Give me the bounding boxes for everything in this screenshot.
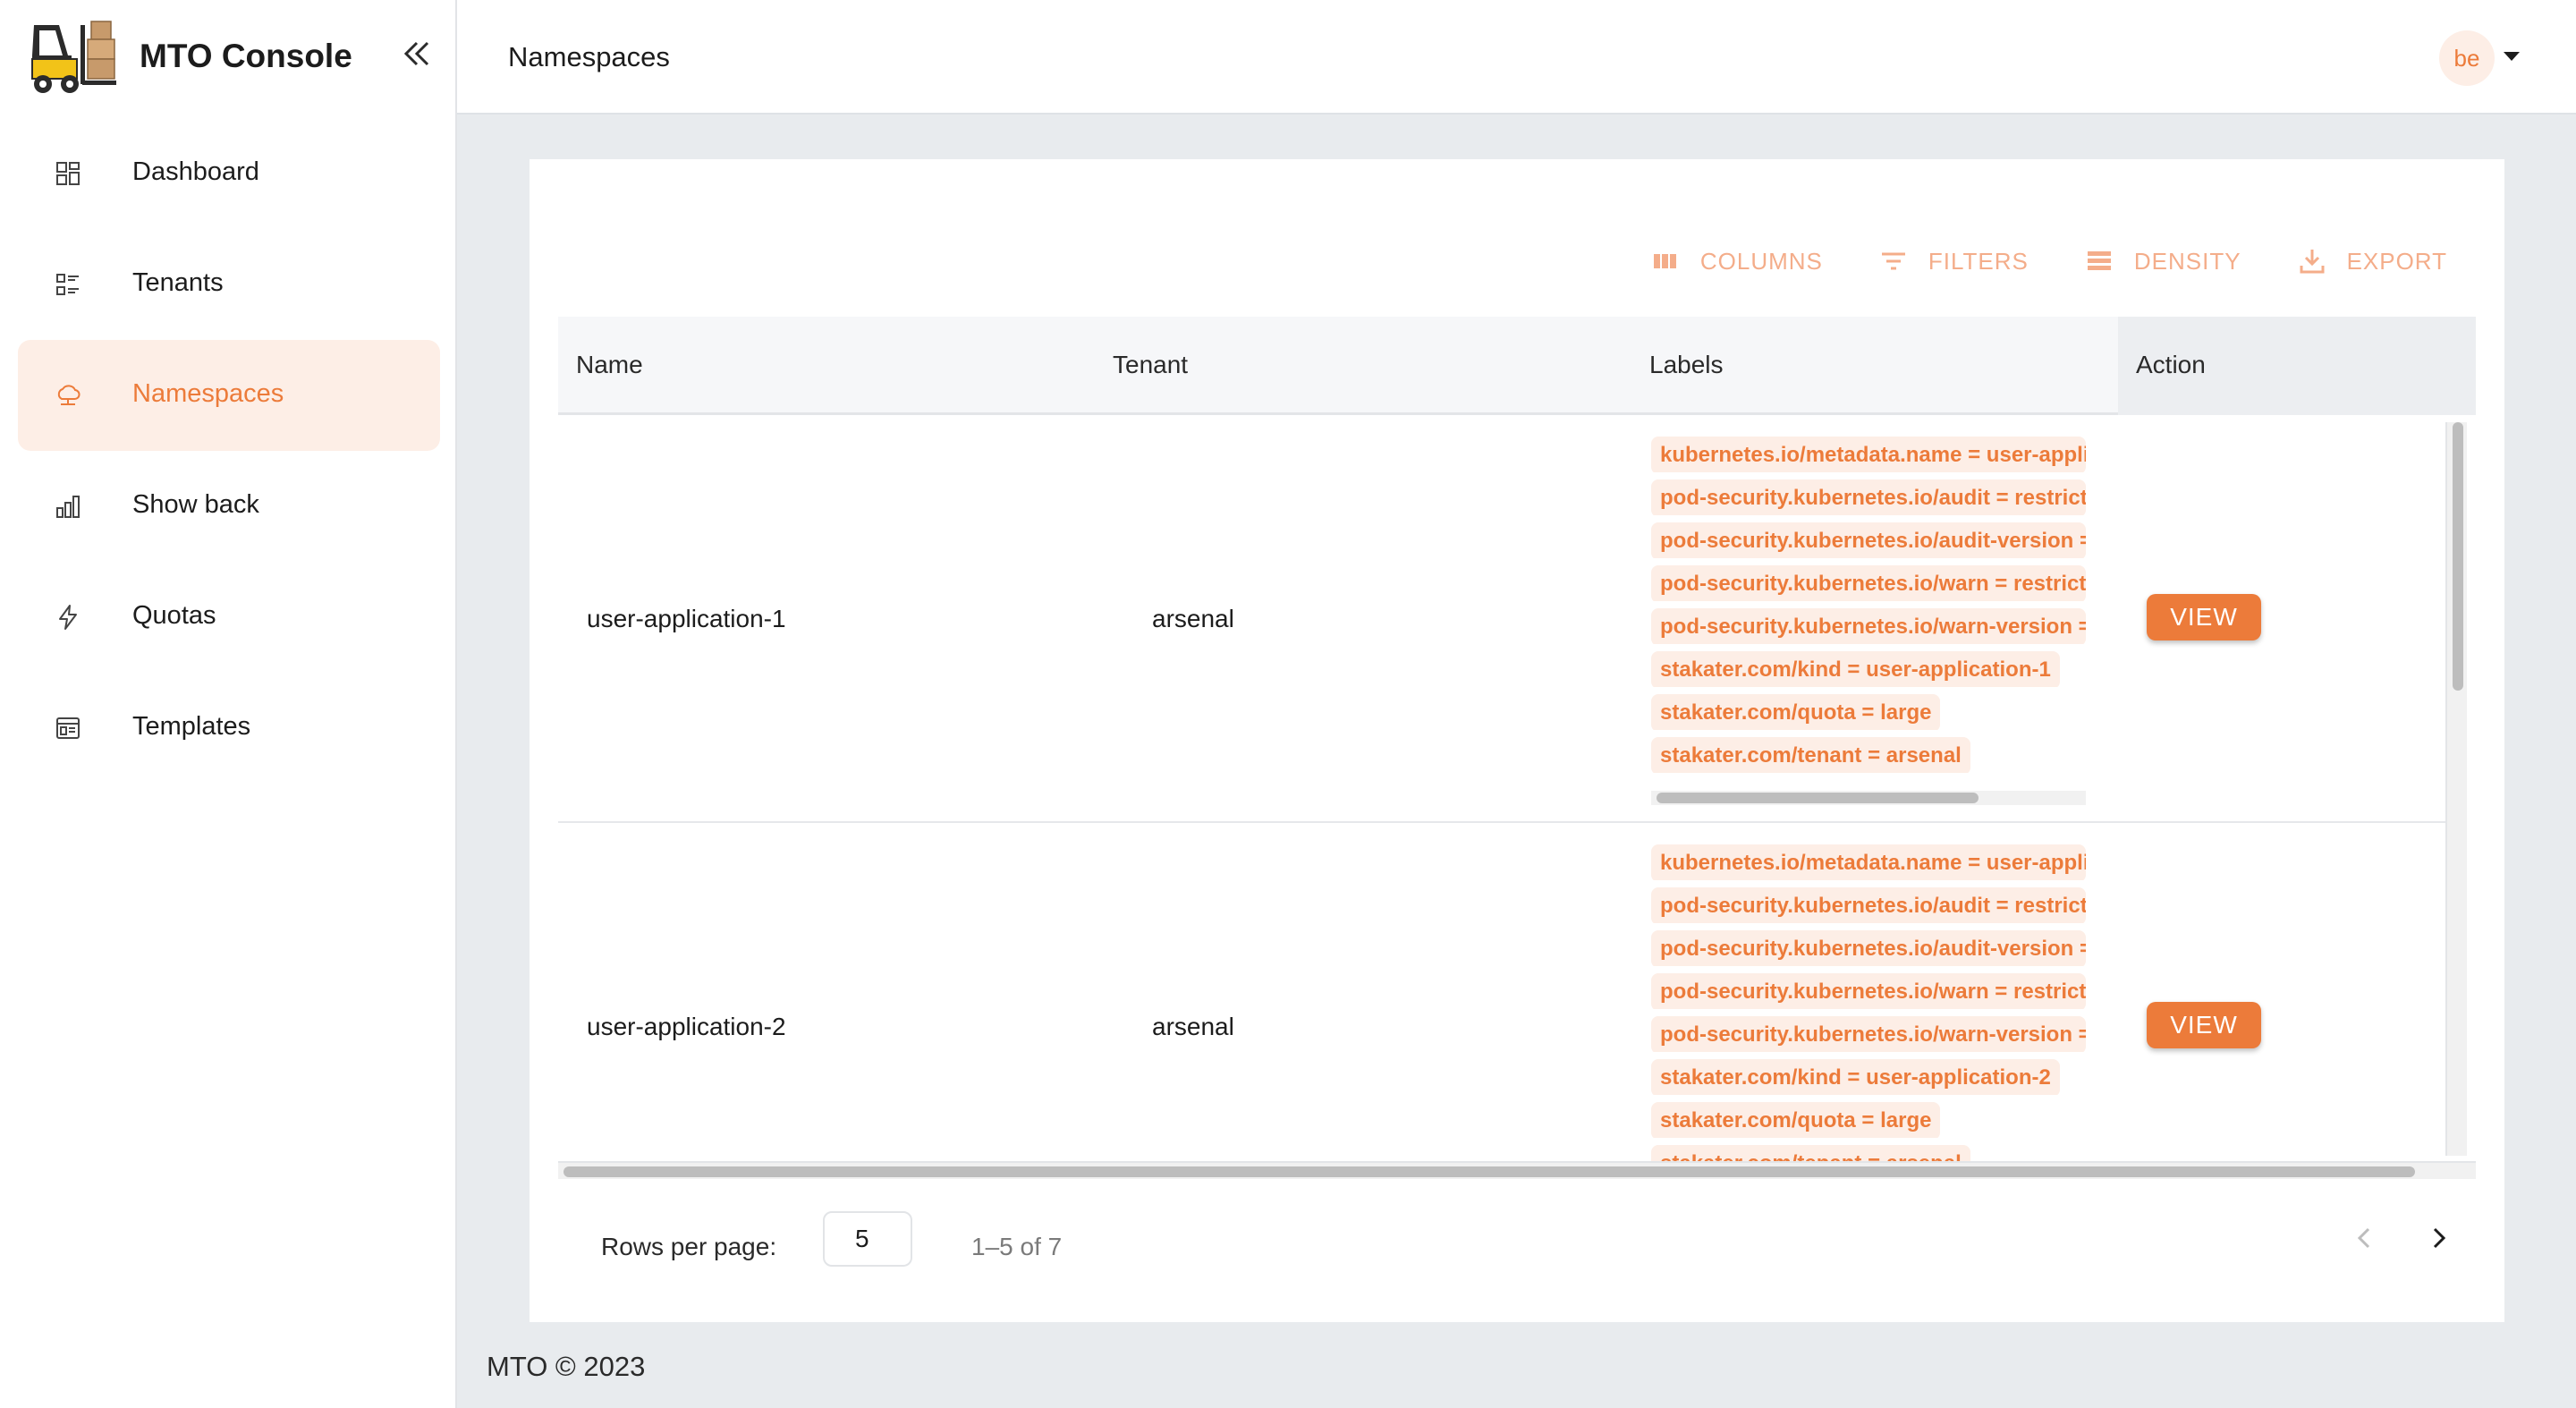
label-chip: stakater.com/quota = large	[1651, 694, 2086, 730]
next-page-icon[interactable]	[2424, 1224, 2453, 1252]
namespace-name: user-application-1	[587, 605, 786, 632]
pagination-range: 1–5 of 7	[971, 1233, 1063, 1260]
label-chip: stakater.com/tenant = arsenal	[1651, 737, 2086, 773]
brand[interactable]: MTO Console	[29, 20, 440, 97]
column-header-action[interactable]: Action	[2136, 351, 2206, 379]
tenants-icon	[56, 274, 79, 295]
labels-horizontal-scrollbar[interactable]	[1651, 791, 2086, 805]
rows-per-page-label: Rows per page:	[601, 1233, 777, 1260]
label-chip: stakater.com/kind = user-application-1	[1651, 651, 2086, 687]
label-chip: pod-security.kubernetes.io/warn = restri…	[1651, 565, 2086, 601]
label-chip: pod-security.kubernetes.io/warn-version …	[1651, 608, 2086, 644]
density-label: DENSITY	[2133, 247, 2241, 275]
top-bar: Namespaces be	[457, 0, 2576, 115]
footer-text: MTO © 2023	[487, 1351, 646, 1382]
tenant-name: arsenal	[1152, 605, 1234, 632]
view-button[interactable]: VIEW	[2147, 594, 2261, 640]
previous-page-icon[interactable]	[2351, 1224, 2379, 1252]
namespaces-card: COLUMNS FILTERS DENSITY EXPORT Name Tena…	[530, 159, 2504, 1322]
sidebar: MTO Console Dashboard Tenants Namespaces…	[0, 0, 457, 1408]
page-title: Namespaces	[508, 41, 670, 72]
sidebar-item-label: Namespaces	[132, 379, 284, 408]
sidebar-item-tenants[interactable]: Tenants	[18, 229, 440, 340]
density-icon	[2087, 251, 2111, 270]
grid-toolbar: COLUMNS FILTERS DENSITY EXPORT	[1650, 243, 2447, 279]
label-chip: pod-security.kubernetes.io/audit = restr…	[1651, 479, 2086, 515]
export-button[interactable]: EXPORT	[2297, 243, 2447, 279]
sidebar-item-namespaces[interactable]: Namespaces	[18, 340, 440, 451]
namespaces-table: Name Tenant Labels Action user-applicati…	[558, 317, 2476, 1179]
label-chip: kubernetes.io/metadata.name = user-appli…	[1651, 437, 2086, 472]
table-row: user-application-2 arsenal kubernetes.io…	[558, 823, 2454, 1161]
column-header-labels[interactable]: Labels	[1649, 351, 1724, 379]
sidebar-item-templates[interactable]: Templates	[18, 673, 440, 784]
label-chip: kubernetes.io/metadata.name = user-appli…	[1651, 844, 2086, 880]
avatar[interactable]: be	[2439, 30, 2495, 86]
columns-label: COLUMNS	[1699, 247, 1823, 275]
sidebar-item-dashboard[interactable]: Dashboard	[18, 118, 440, 229]
chart-icon	[56, 496, 80, 518]
filter-icon	[1881, 252, 1905, 270]
pagination: Rows per page: 5 1–5 of 7	[558, 1211, 2476, 1283]
namespace-name: user-application-2	[587, 1013, 786, 1040]
bolt-icon	[59, 605, 77, 630]
label-chip: pod-security.kubernetes.io/audit-version…	[1651, 930, 2086, 966]
sidebar-item-label: Tenants	[132, 268, 224, 297]
column-header-name[interactable]: Name	[576, 351, 643, 379]
sidebar-item-label: Quotas	[132, 601, 216, 630]
rows-per-page-select[interactable]: 5	[823, 1211, 912, 1267]
column-header-tenant[interactable]: Tenant	[1113, 351, 1188, 379]
sidebar-nav: Dashboard Tenants Namespaces Show back Q…	[18, 118, 440, 784]
namespaces-icon	[57, 385, 80, 405]
filters-label: FILTERS	[1928, 247, 2029, 275]
download-icon	[2300, 250, 2325, 274]
table-horizontal-scrollbar[interactable]	[558, 1161, 2476, 1179]
sidebar-item-label: Show back	[132, 490, 259, 519]
table-vertical-scrollbar[interactable]	[2445, 422, 2467, 1156]
labels-cell[interactable]: kubernetes.io/metadata.name = user-appli…	[1651, 844, 2086, 1161]
table-row: user-application-1 arsenal kubernetes.io…	[558, 415, 2454, 823]
density-button[interactable]: DENSITY	[2084, 243, 2241, 279]
caret-down-icon[interactable]	[2504, 52, 2520, 61]
tenant-name: arsenal	[1152, 1013, 1234, 1040]
export-label: EXPORT	[2346, 247, 2447, 275]
sidebar-item-quotas[interactable]: Quotas	[18, 562, 440, 673]
filters-button[interactable]: FILTERS	[1878, 243, 2029, 279]
collapse-sidebar-icon[interactable]	[401, 38, 433, 70]
dashboard-icon	[56, 162, 80, 185]
label-chip: stakater.com/quota = large	[1651, 1102, 2086, 1138]
columns-button[interactable]: COLUMNS	[1650, 243, 1823, 279]
table-body[interactable]: user-application-1 arsenal kubernetes.io…	[558, 415, 2476, 1161]
labels-cell[interactable]: kubernetes.io/metadata.name = user-appli…	[1651, 437, 2086, 812]
templates-icon	[56, 717, 80, 739]
label-chip: pod-security.kubernetes.io/audit-version…	[1651, 522, 2086, 558]
forklift-logo-icon	[31, 21, 116, 93]
sidebar-item-show-back[interactable]: Show back	[18, 451, 440, 562]
label-chip: pod-security.kubernetes.io/audit = restr…	[1651, 887, 2086, 923]
view-button[interactable]: VIEW	[2147, 1002, 2261, 1048]
sidebar-item-label: Templates	[132, 712, 251, 741]
label-chip: stakater.com/kind = user-application-2	[1651, 1059, 2086, 1095]
label-chip: pod-security.kubernetes.io/warn = restri…	[1651, 973, 2086, 1009]
app-title: MTO Console	[140, 38, 352, 74]
label-chip: pod-security.kubernetes.io/warn-version …	[1651, 1016, 2086, 1052]
label-chip: stakater.com/tenant = arsenal	[1651, 1145, 2086, 1161]
sidebar-item-label: Dashboard	[132, 157, 259, 186]
columns-icon	[1653, 254, 1676, 268]
table-header: Name Tenant Labels Action	[558, 317, 2476, 415]
